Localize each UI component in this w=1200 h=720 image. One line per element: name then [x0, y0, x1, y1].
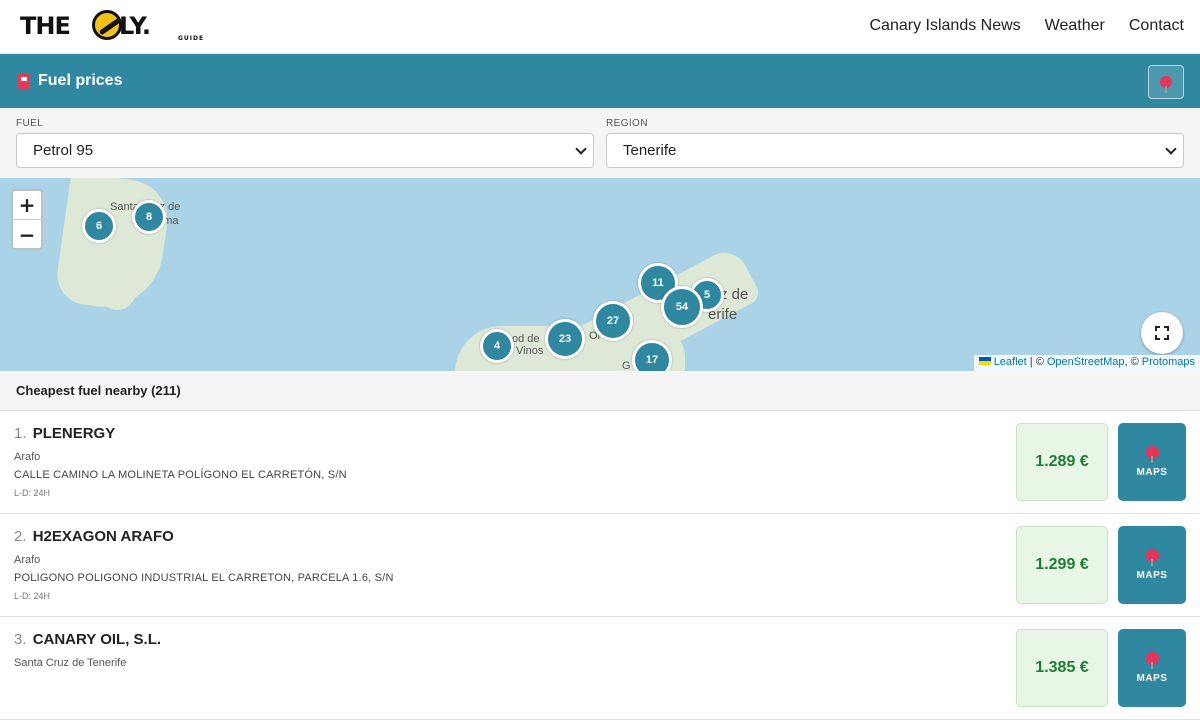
station-name: 2. H2EXAGON ARAFO — [14, 528, 174, 545]
station-name: 1. PLENERGY — [14, 425, 116, 442]
zoom-control: + − — [11, 189, 43, 250]
map-pin-icon — [1145, 549, 1159, 566]
locate-me-button[interactable] — [1148, 65, 1184, 99]
region-select-value: Tenerife — [623, 142, 677, 159]
open-maps-button[interactable]: MAPS — [1118, 423, 1186, 501]
fuel-select-value: Petrol 95 — [33, 142, 94, 159]
nav-link-weather[interactable]: Weather — [1045, 17, 1105, 35]
station-town: Santa Cruz de Tenerife — [14, 657, 127, 669]
top-navbar: THE NLY. GUIDE Canary Islands News Weathe… — [0, 0, 1200, 54]
map-pin-icon — [1160, 76, 1172, 93]
station-hours: L-D: 24H — [14, 488, 51, 498]
station-address: CALLE CAMINO LA MOLINETA POLÍGONO EL CAR… — [14, 469, 347, 481]
nav-links: Canary Islands News Weather Contact — [870, 17, 1185, 35]
logo-globe-icon — [92, 10, 122, 40]
station-row[interactable]: 3. CANARY OIL, S.L. Santa Cruz de Teneri… — [0, 617, 1200, 720]
map-cluster[interactable]: 4 — [480, 329, 514, 363]
region-select[interactable]: Tenerife — [606, 133, 1184, 168]
station-hours: L-D: 24H — [14, 591, 51, 601]
station-price: 1.385 € — [1016, 629, 1108, 707]
map-label-icod: od de — [512, 333, 540, 345]
fullscreen-button[interactable] — [1141, 312, 1183, 354]
zoom-out-button[interactable]: − — [13, 220, 41, 249]
filters-panel: FUEL Petrol 95 REGION Tenerife — [0, 108, 1200, 178]
fuel-header-bar: Fuel prices — [0, 54, 1200, 108]
logo-text: THE NLY. — [20, 12, 151, 40]
station-price: 1.299 € — [1016, 526, 1108, 604]
map-cluster[interactable]: 54 — [661, 286, 703, 328]
map-pin-icon — [1145, 446, 1159, 463]
ukraine-flag-icon — [978, 357, 991, 365]
station-address: POLIGONO POLIGONO INDUSTRIAL EL CARRETON… — [14, 572, 394, 584]
maps-button-label: MAPS — [1136, 467, 1168, 478]
fuel-filter: FUEL Petrol 95 — [16, 118, 594, 168]
fuel-label: FUEL — [16, 118, 44, 129]
fullscreen-icon — [1155, 326, 1169, 340]
osm-link[interactable]: OpenStreetMap — [1047, 356, 1125, 368]
page-title: Fuel prices — [18, 72, 122, 90]
station-town: Arafo — [14, 554, 41, 566]
region-filter: REGION Tenerife — [606, 118, 1184, 168]
site-logo[interactable]: THE NLY. GUIDE — [20, 10, 210, 44]
logo-subtitle: GUIDE — [178, 35, 205, 42]
leaflet-link[interactable]: Leaflet — [994, 356, 1027, 368]
region-label: REGION — [606, 118, 648, 129]
map-label-guimar: G — [622, 360, 631, 371]
map-label-santa-cruz-tenerife: z de — [720, 286, 749, 303]
fuel-pump-icon — [18, 73, 30, 89]
map-attribution: Leaflet | © OpenStreetMap, © Protomaps — [973, 355, 1200, 371]
zoom-in-button[interactable]: + — [13, 191, 41, 220]
station-price: 1.289 € — [1016, 423, 1108, 501]
chevron-down-icon — [1165, 142, 1177, 155]
station-name: 3. CANARY OIL, S.L. — [14, 631, 162, 648]
fuel-select[interactable]: Petrol 95 — [16, 133, 594, 168]
station-town: Arafo — [14, 451, 41, 463]
list-header: Cheapest fuel nearby (211) — [0, 371, 1200, 411]
nav-link-contact[interactable]: Contact — [1129, 17, 1184, 35]
map-cluster[interactable]: 27 — [593, 301, 633, 341]
open-maps-button[interactable]: MAPS — [1118, 629, 1186, 707]
chevron-down-icon — [575, 142, 587, 155]
station-row[interactable]: 2. H2EXAGON ARAFO Arafo POLIGONO POLIGON… — [0, 514, 1200, 617]
open-maps-button[interactable]: MAPS — [1118, 526, 1186, 604]
map-pin-icon — [1145, 652, 1159, 669]
map-label-vinos: Vinos — [516, 345, 544, 357]
protomaps-link[interactable]: Protomaps — [1142, 356, 1195, 368]
map-cluster[interactable]: 6 — [82, 209, 116, 243]
page-title-text: Fuel prices — [38, 72, 123, 89]
map-cluster[interactable]: 23 — [545, 319, 585, 359]
maps-button-label: MAPS — [1136, 570, 1168, 581]
nav-link-news[interactable]: Canary Islands News — [870, 17, 1021, 35]
map-cluster[interactable]: 8 — [132, 200, 166, 234]
map-view[interactable]: Santa Cruz de La Palma z de erife od de … — [0, 178, 1200, 371]
station-row[interactable]: 1. PLENERGY Arafo CALLE CAMINO LA MOLINE… — [0, 411, 1200, 514]
